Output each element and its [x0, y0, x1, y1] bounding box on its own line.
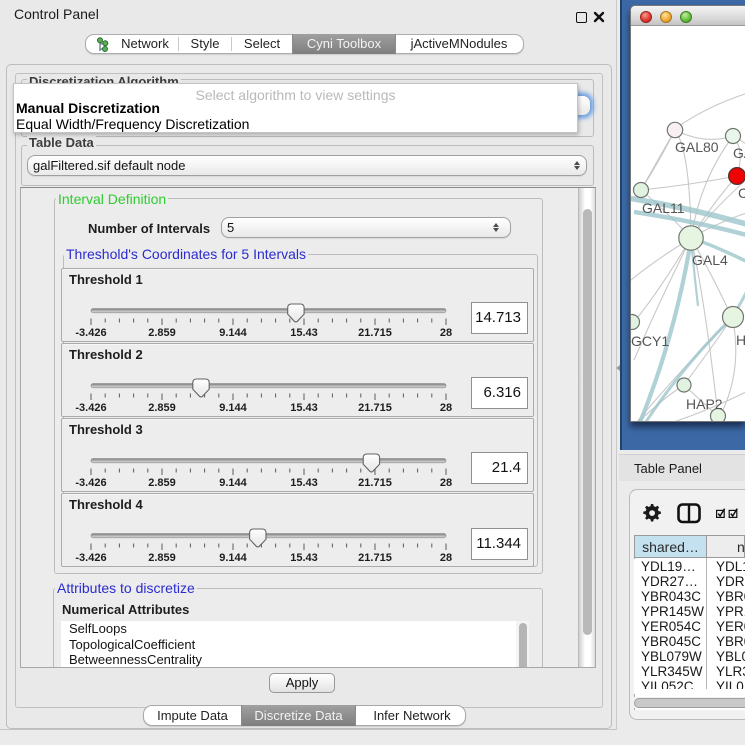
- svg-text:HAP2: HAP2: [686, 396, 723, 412]
- svg-text:21.715: 21.715: [358, 402, 392, 414]
- svg-text:15.43: 15.43: [290, 402, 318, 414]
- svg-text:9.144: 9.144: [219, 552, 247, 564]
- svg-text:GA: GA: [733, 145, 745, 161]
- svg-text:2.859: 2.859: [148, 477, 176, 489]
- svg-text:GAL4: GAL4: [692, 252, 728, 268]
- svg-text:-3.426: -3.426: [75, 327, 106, 339]
- svg-text:GCY1: GCY1: [631, 333, 669, 349]
- svg-text:28: 28: [440, 477, 452, 489]
- svg-text:H: H: [736, 332, 745, 348]
- svg-text:GAL11: GAL11: [642, 200, 685, 216]
- svg-text:2.859: 2.859: [148, 327, 176, 339]
- svg-text:-3.426: -3.426: [75, 552, 106, 564]
- svg-text:28: 28: [440, 327, 452, 339]
- svg-text:21.715: 21.715: [358, 477, 392, 489]
- svg-text:28: 28: [440, 552, 452, 564]
- svg-text:9.144: 9.144: [219, 327, 247, 339]
- svg-text:-3.426: -3.426: [75, 402, 106, 414]
- svg-text:2.859: 2.859: [148, 552, 176, 564]
- svg-text:21.715: 21.715: [358, 327, 392, 339]
- svg-text:9.144: 9.144: [219, 477, 247, 489]
- svg-text:2.859: 2.859: [148, 402, 176, 414]
- svg-text:21.715: 21.715: [358, 552, 392, 564]
- svg-text:9.144: 9.144: [219, 402, 247, 414]
- svg-text:15.43: 15.43: [290, 327, 318, 339]
- svg-text:GAL80: GAL80: [675, 139, 719, 155]
- svg-text:28: 28: [440, 402, 452, 414]
- svg-text:C: C: [738, 185, 745, 201]
- svg-text:15.43: 15.43: [290, 477, 318, 489]
- svg-text:-3.426: -3.426: [75, 477, 106, 489]
- svg-text:15.43: 15.43: [290, 552, 318, 564]
